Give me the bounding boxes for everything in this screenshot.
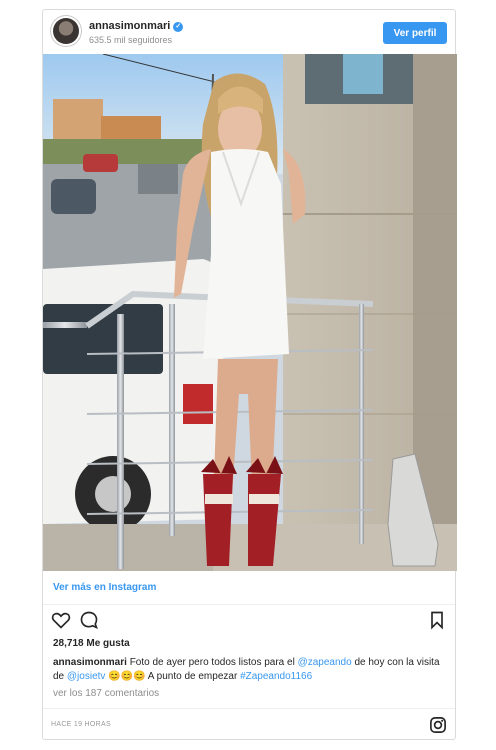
- post-footer: HACE 19 HORAS: [43, 708, 455, 741]
- post-actions: [43, 610, 455, 632]
- view-more-on-instagram-link[interactable]: Ver más en Instagram: [43, 571, 455, 605]
- mention-josietv-link[interactable]: @josietv: [67, 671, 106, 682]
- post-caption: annasimonmari Foto de ayer pero todos li…: [53, 656, 443, 684]
- follower-count: 635.5 mil seguidores: [89, 35, 173, 45]
- post-header: annasimonmari ✓ 635.5 mil seguidores Ver …: [43, 10, 455, 54]
- heart-icon[interactable]: [51, 610, 71, 630]
- view-comments-link[interactable]: ver los 187 comentarios: [53, 688, 159, 699]
- instagram-embed-card: annasimonmari ✓ 635.5 mil seguidores Ver …: [42, 9, 457, 741]
- caption-text-3: A punto de empezar: [147, 671, 241, 682]
- username-text: annasimonmari: [89, 20, 171, 32]
- caption-author[interactable]: annasimonmari: [53, 657, 127, 668]
- view-profile-button[interactable]: Ver perfil: [383, 22, 447, 44]
- comment-icon[interactable]: [79, 610, 99, 630]
- smile-emoji-icon: 😊😊😊: [105, 671, 148, 682]
- post-photo-image: [43, 54, 457, 571]
- bookmark-icon[interactable]: [427, 610, 447, 630]
- verified-badge-icon: ✓: [173, 22, 184, 32]
- like-count[interactable]: 28,718 Me gusta: [53, 638, 130, 649]
- caption-text-1: Foto de ayer pero todos listos para el: [126, 657, 298, 668]
- post-timestamp[interactable]: HACE 19 HORAS: [51, 721, 111, 728]
- mention-zapeando-link[interactable]: @zapeando: [298, 657, 352, 668]
- post-photo[interactable]: [43, 54, 457, 571]
- hashtag-link[interactable]: #Zapeando1166: [240, 671, 312, 682]
- username-link[interactable]: annasimonmari ✓: [89, 20, 184, 32]
- instagram-icon[interactable]: [429, 716, 447, 734]
- avatar[interactable]: [53, 18, 79, 44]
